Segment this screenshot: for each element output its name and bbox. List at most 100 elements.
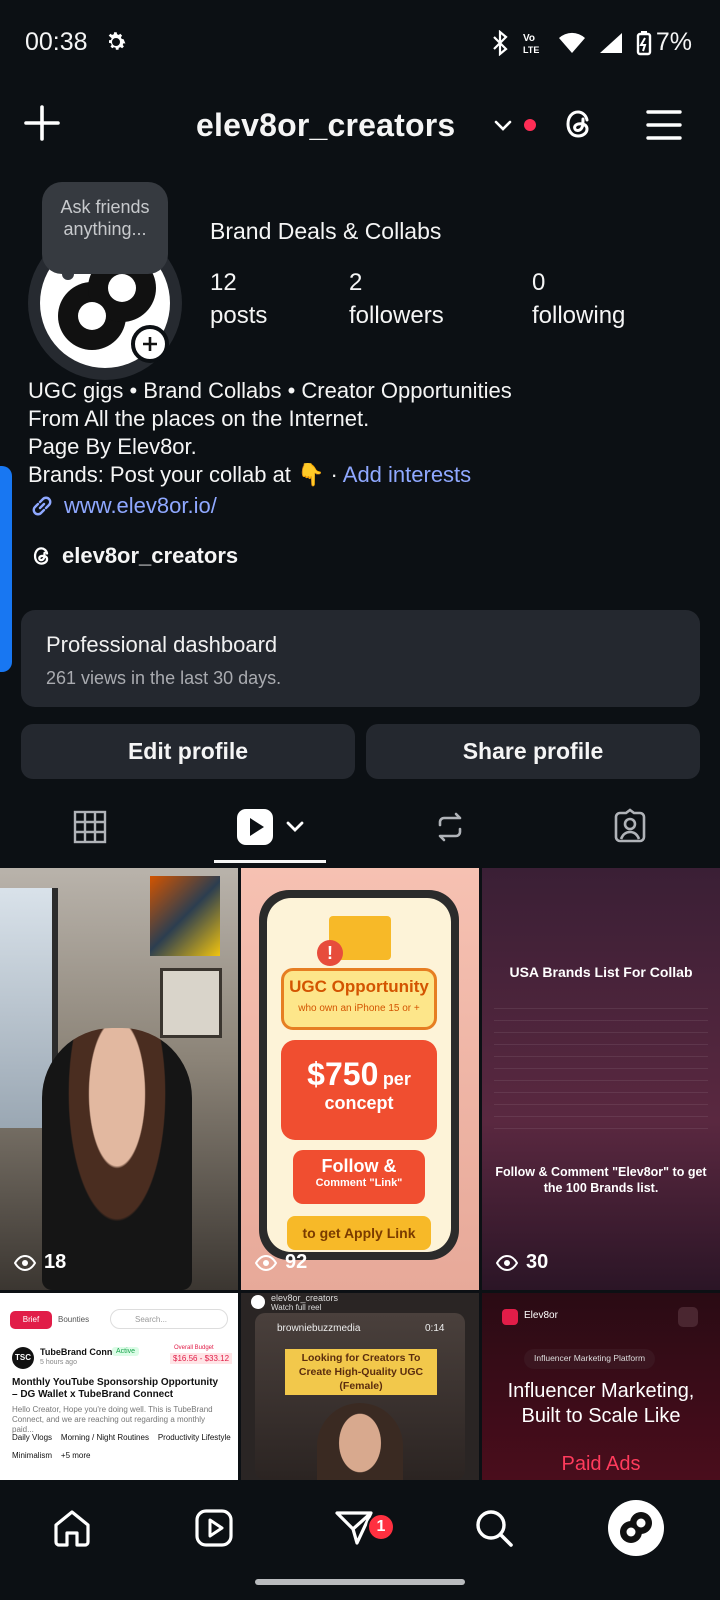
side-edge-handle[interactable] [0,466,12,672]
reel-tile[interactable]: elev8or_creators Watch full reel brownie… [241,1293,479,1480]
add-interests-link[interactable]: Add interests [343,462,471,487]
tab-reposts[interactable] [390,794,510,860]
grid-icon [73,810,107,844]
brief-tags: Daily Vlogs Morning / Night Routines Pro… [12,1433,231,1442]
professional-dashboard-card[interactable]: Professional dashboard 261 views in the … [21,610,700,707]
nav-home[interactable] [44,1500,100,1556]
brands-list-title: USA Brands List For Collab [509,964,693,980]
eye-icon [14,1254,36,1271]
bio-line: Page By Elev8or. [28,434,197,459]
battery: 7% [636,28,692,57]
inner-reel: browniebuzzmedia 0:14 Looking for Creato… [255,1313,465,1480]
username-title[interactable]: elev8or_creators [196,107,455,144]
chevron-down-icon[interactable] [492,115,514,137]
reels-icon [195,1509,233,1547]
comment-text: Comment "Link" [315,1177,403,1189]
reels-play-icon [237,809,273,845]
reel-tile[interactable]: 18 [0,868,238,1290]
source-account: browniebuzzmedia [277,1323,361,1334]
nav-reels[interactable] [186,1500,242,1556]
reel-tile[interactable]: Brief Bounties Search... TSC TubeBrand C… [0,1293,238,1480]
post-time: 5 hours ago [40,1359,77,1366]
dashboard-title: Professional dashboard [46,632,278,657]
watch-full-reel: Watch full reel [271,1303,322,1312]
price-amount: $750 [307,1056,379,1092]
stat-value: 0 [532,269,546,296]
stat-following[interactable]: 0 following [532,266,625,332]
brief-title: Monthly YouTube Sponsorship Opportunity … [12,1377,219,1400]
website-link[interactable]: www.elev8or.io/ [28,492,217,520]
notification-dot [524,119,536,131]
search-icon [476,1510,513,1547]
reels-grid: 18 ! UGC Opportunity who own an iPhone 1… [0,868,720,1480]
link-icon [32,496,52,516]
apply-link-text: to get Apply Link [287,1216,431,1250]
company-logo: TSC [12,1347,34,1369]
stat-value: 12 [210,269,237,296]
brief-tab: Brief [10,1311,52,1329]
volte-icon: VoLTE [523,33,539,55]
status-time: 00:38 [25,28,88,56]
eye-icon [255,1254,277,1271]
nav-search[interactable] [466,1500,522,1556]
view-count: 92 [255,1251,307,1274]
stat-posts[interactable]: 12 posts [210,266,267,332]
status-bar: 00:38 Vo LTE 7% [0,0,720,88]
nav-profile[interactable] [608,1500,664,1556]
price-per: per [382,1069,411,1089]
view-count: 30 [496,1251,548,1274]
share-profile-button[interactable]: Share profile [366,724,700,779]
bio-line-text: Brands: Post your collab at 👇 · [28,462,343,487]
reel-tile[interactable]: USA Brands List For Collab Follow & Comm… [482,868,720,1290]
menu-icon [678,1307,698,1327]
reel-tile[interactable]: Elev8or Influencer Marketing Platform In… [482,1293,720,1480]
brands-table-image [494,1008,708,1138]
stat-label: followers [349,302,444,329]
brief-tags-more: Minimalism +5 more [12,1451,91,1460]
settings-gear-icon [108,32,126,50]
reel-caption: Looking for Creators To Create High-Qual… [285,1349,437,1395]
home-icon [54,1510,90,1547]
headline-accent: Paid Ads [561,1453,641,1475]
profile-header: elev8or_creators [0,95,720,155]
menu-hamburger-icon[interactable] [644,107,684,143]
active-badge: Active [112,1347,140,1356]
battery-percent: 7% [655,28,692,56]
plus-icon [143,337,157,351]
price-card: $750 per concept [281,1040,437,1140]
budget-value: $16.56 - $33.12 [170,1353,233,1364]
svg-text:Vo: Vo [523,33,535,44]
gesture-home-bar[interactable] [255,1579,465,1585]
edit-profile-button[interactable]: Edit profile [21,724,355,779]
view-count-text: 92 [285,1251,308,1273]
budget-label: Overall Budget [174,1345,214,1351]
reel-tile[interactable]: ! UGC Opportunity who own an iPhone 15 o… [241,868,479,1290]
tab-reels[interactable] [214,794,326,860]
svg-text:LTE: LTE [523,45,539,55]
alert-icon: ! [317,940,343,966]
bio-line: Brands: Post your collab at 👇 · Add inte… [28,461,698,489]
ugc-banner: UGC Opportunity who own an iPhone 15 or … [281,968,437,1030]
stat-followers[interactable]: 2 followers [349,266,444,332]
threads-icon[interactable] [560,105,598,143]
tab-tagged[interactable] [570,794,690,860]
add-story-button[interactable] [131,325,169,363]
wall-art-image [150,876,220,956]
wall-sketch-image [160,968,222,1038]
note-bubble[interactable]: Ask friends anything... [42,182,168,274]
company-name: TubeBrand Conn... [40,1347,120,1357]
bounties-tab: Bounties [58,1315,90,1324]
ugc-title: UGC Opportunity [289,977,429,996]
bluetooth-icon [493,29,508,56]
tagged-person-icon [614,808,646,843]
create-plus-icon[interactable] [22,103,62,143]
brief-body: Hello Creator, Hope you're doing well. T… [12,1405,213,1434]
account-avatar [251,1295,265,1309]
repost-account: elev8or_creators [271,1293,339,1303]
follow-card: Follow & Comment "Link" [293,1150,425,1204]
tab-grid[interactable] [30,794,150,860]
ugc-subtitle: who own an iPhone 15 or + [298,1003,420,1014]
threads-profile-link[interactable]: elev8or_creators [30,543,238,569]
follow-text: Follow & [321,1156,397,1176]
brand-name: Elev8or [524,1310,558,1321]
